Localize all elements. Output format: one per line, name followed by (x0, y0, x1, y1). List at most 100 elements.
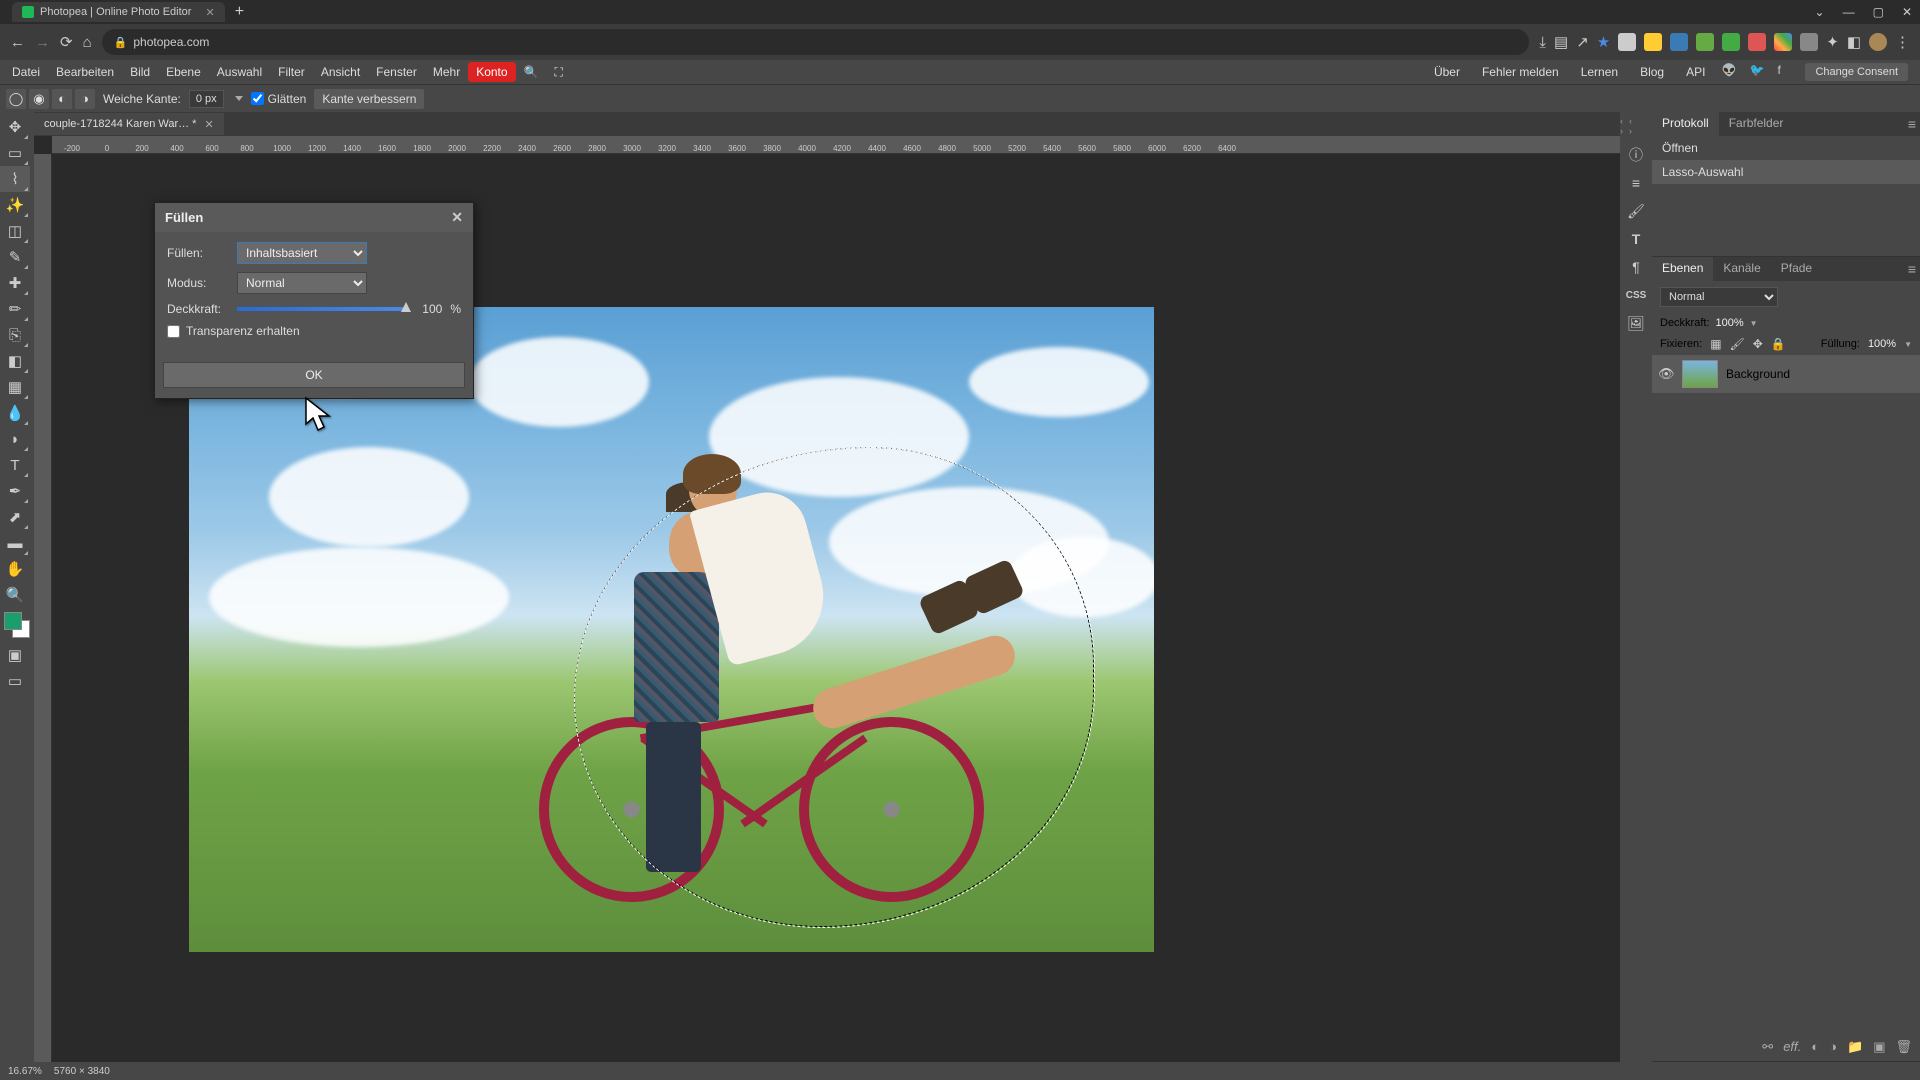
opacity-dropdown-icon[interactable]: ▼ (1750, 319, 1758, 328)
css-panel-icon[interactable]: CSS (1623, 282, 1649, 308)
dodge-tool[interactable]: ◗ (0, 426, 30, 452)
add-selection-icon[interactable]: ◉ (29, 89, 49, 109)
image-panel-icon[interactable]: 🖼 (1623, 310, 1649, 336)
fill-type-select[interactable]: Inhaltsbasiert (237, 242, 367, 264)
eraser-tool[interactable]: ◧ (0, 348, 30, 374)
paths-tab[interactable]: Pfade (1771, 257, 1822, 281)
feather-dropdown-icon[interactable] (235, 96, 243, 101)
chevron-down-icon[interactable]: ⌄ (1815, 5, 1825, 19)
lock-transparency-icon[interactable]: ▦ (1710, 337, 1721, 351)
menu-learn[interactable]: Lernen (1575, 62, 1624, 82)
share-icon[interactable]: ↗ (1576, 33, 1589, 51)
window-maximize-icon[interactable]: ▢ (1873, 5, 1884, 19)
new-tab-button[interactable]: + (235, 3, 244, 21)
window-minimize-icon[interactable]: — (1843, 5, 1855, 19)
zoom-tool[interactable]: 🔍 (0, 582, 30, 608)
ok-button[interactable]: OK (163, 362, 465, 388)
intersect-selection-icon[interactable]: ◑ (75, 89, 95, 109)
reddit-icon[interactable]: 👽 (1721, 63, 1739, 81)
delete-layer-icon[interactable]: 🗑 (1895, 1039, 1912, 1055)
adjustment-layer-icon[interactable]: ◑ (1829, 1039, 1837, 1055)
heal-tool[interactable]: ✚ (0, 270, 30, 296)
history-item[interactable]: Lasso-Auswahl (1652, 160, 1920, 184)
menu-datei[interactable]: Datei (4, 62, 48, 82)
path-select-tool[interactable]: ⬈ (0, 504, 30, 530)
lock-position-icon[interactable]: ✥ (1753, 337, 1763, 351)
gradient-tool[interactable]: ▦ (0, 374, 30, 400)
layer-group-icon[interactable]: 📁 (1847, 1039, 1863, 1055)
screenmode-tool[interactable]: ▭ (0, 668, 30, 694)
layer-mask-icon[interactable]: ◐ (1811, 1039, 1819, 1055)
reload-icon[interactable]: ⟳ (60, 33, 73, 51)
layer-thumbnail[interactable] (1682, 360, 1718, 388)
blur-tool[interactable]: 💧 (0, 400, 30, 426)
layers-tab[interactable]: Ebenen (1652, 257, 1713, 281)
menu-auswahl[interactable]: Auswahl (209, 62, 270, 82)
clone-tool[interactable]: ⎘ (0, 322, 30, 348)
refine-edge-button[interactable]: Kante verbessern (314, 89, 424, 109)
dialog-close-icon[interactable]: ✕ (451, 209, 463, 226)
fullscreen-icon[interactable]: ⛶ (547, 62, 571, 83)
histogram-panel-icon[interactable]: ≡ (1623, 170, 1649, 196)
search-icon[interactable]: 🔍 (516, 62, 547, 82)
new-layer-icon[interactable]: ▣ (1873, 1039, 1885, 1055)
layer-opacity-value[interactable]: 100% (1716, 317, 1744, 329)
eyedropper-tool[interactable]: ✎ (0, 244, 30, 270)
panel-menu-icon[interactable]: ≡ (1908, 261, 1916, 277)
url-bar[interactable]: 🔒 photopea.com (102, 29, 1530, 55)
collapse-arrows-icon[interactable]: ‹‹ ›› (1620, 116, 1652, 136)
smooth-checkbox[interactable]: Glätten (251, 92, 307, 106)
shape-tool[interactable]: ▬ (0, 530, 30, 556)
lock-all-icon[interactable]: 🔒 (1771, 337, 1786, 351)
subtract-selection-icon[interactable]: ◐ (52, 89, 72, 109)
quickmask-tool[interactable]: ▣ (0, 642, 30, 668)
menu-about[interactable]: Über (1428, 62, 1466, 82)
menu-icon[interactable]: ⋮ (1895, 33, 1910, 51)
slider-thumb[interactable] (401, 302, 411, 312)
menu-api[interactable]: API (1680, 62, 1711, 82)
pen-tool[interactable]: ✒ (0, 478, 30, 504)
blend-mode-select[interactable]: Normal (237, 272, 367, 294)
profile-avatar[interactable] (1869, 33, 1887, 51)
menu-fenster[interactable]: Fenster (368, 62, 425, 82)
document-tab[interactable]: couple-1718244 Karen War… * ✕ (34, 113, 224, 135)
history-item[interactable]: Öffnen (1652, 136, 1920, 160)
menu-report[interactable]: Fehler melden (1476, 62, 1565, 82)
extension-icon[interactable] (1644, 33, 1662, 51)
window-close-icon[interactable]: ✕ (1902, 5, 1912, 19)
menu-filter[interactable]: Filter (270, 62, 313, 82)
browser-tab[interactable]: Photopea | Online Photo Editor ✕ (12, 2, 225, 22)
menu-ebene[interactable]: Ebene (158, 62, 209, 82)
extensions-icon[interactable]: ✦ (1826, 33, 1839, 51)
paragraph-panel-icon[interactable]: ¶ (1623, 254, 1649, 280)
extension-icon[interactable] (1722, 33, 1740, 51)
menu-konto[interactable]: Konto (468, 62, 515, 82)
panel-menu-icon[interactable]: ≡ (1908, 116, 1916, 132)
sidepanel-icon[interactable]: ◧ (1847, 33, 1861, 51)
layer-visibility-icon[interactable]: 👁 (1658, 366, 1674, 382)
extension-icon[interactable] (1670, 33, 1688, 51)
feather-input[interactable]: 0 px (189, 90, 224, 108)
link-layers-icon[interactable]: ⚯ (1762, 1039, 1773, 1055)
color-swatches[interactable] (4, 612, 30, 638)
extension-icon[interactable] (1696, 33, 1714, 51)
document-close-icon[interactable]: ✕ (204, 118, 213, 131)
bookmark-icon[interactable]: ★ (1597, 33, 1610, 51)
extension-icon[interactable] (1800, 33, 1818, 51)
transparency-checkbox-input[interactable] (167, 325, 180, 338)
tab-close-icon[interactable]: ✕ (205, 6, 214, 19)
swatches-tab[interactable]: Farbfelder (1719, 112, 1794, 136)
forward-icon[interactable]: → (35, 34, 50, 51)
zoom-level[interactable]: 16.67% (8, 1066, 42, 1077)
canvas[interactable] (189, 307, 1154, 952)
hand-tool[interactable]: ✋ (0, 556, 30, 582)
marquee-tool[interactable]: ▭ (0, 140, 30, 166)
twitter-icon[interactable]: 🐦 (1749, 63, 1767, 81)
opacity-value[interactable]: 100 (414, 302, 442, 316)
crop-tool[interactable]: ◫ (0, 218, 30, 244)
lasso-option-icon[interactable]: ◯ (6, 89, 26, 109)
lasso-tool[interactable]: ⌇ (0, 166, 30, 192)
layer-effects-icon[interactable]: eff. (1783, 1039, 1801, 1055)
reader-icon[interactable]: ▤ (1554, 33, 1568, 51)
extension-icon[interactable] (1748, 33, 1766, 51)
